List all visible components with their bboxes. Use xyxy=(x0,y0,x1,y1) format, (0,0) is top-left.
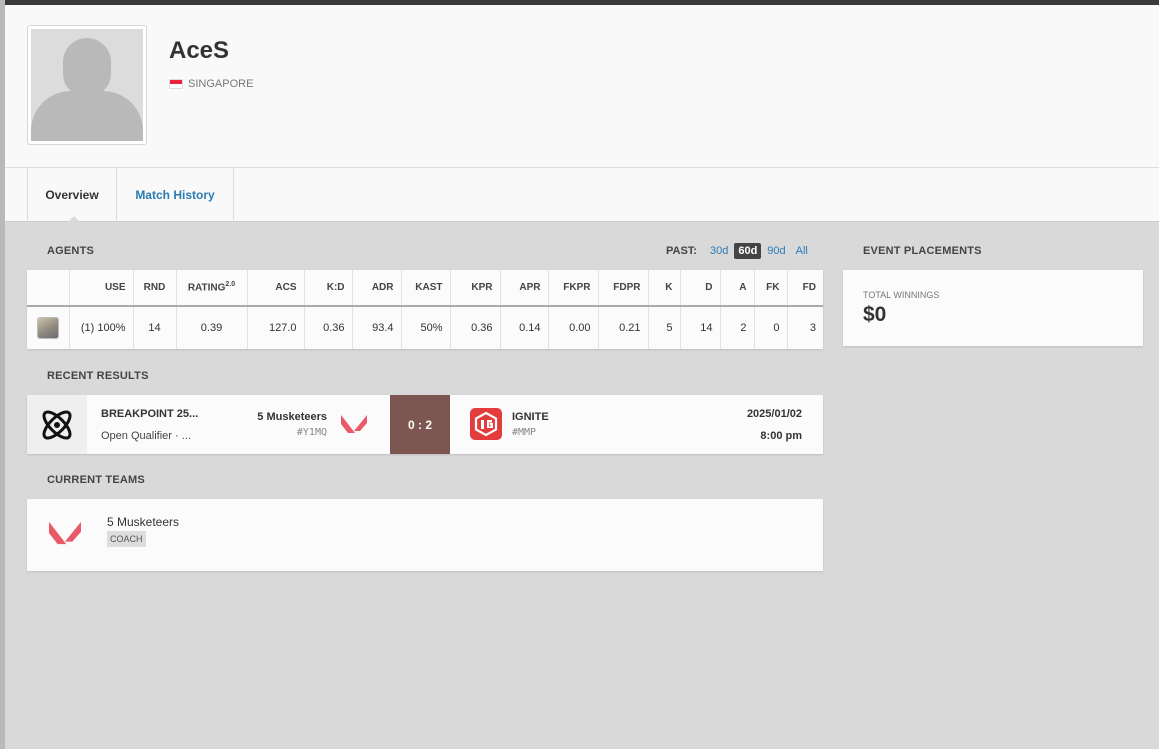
apr-cell: 0.14 xyxy=(500,306,549,349)
event-placements-card: TOTAL WINNINGS $0 xyxy=(843,270,1143,346)
current-teams-title: CURRENT TEAMS xyxy=(47,474,145,486)
k-cell: 5 xyxy=(648,306,681,349)
total-winnings-value: $0 xyxy=(863,303,887,326)
agent-portrait-icon xyxy=(36,317,59,339)
fkpr-cell: 0.00 xyxy=(548,306,599,349)
total-winnings-label: TOTAL WINNINGS xyxy=(863,290,940,300)
singapore-flag-icon xyxy=(169,79,183,89)
agents-stats-card: USE RND RATING2.0 ACS K:D ADR KAST KPR A… xyxy=(27,270,823,349)
current-team-name: 5 Musketeers xyxy=(107,515,180,529)
event-name: BREAKPOINT 25... xyxy=(101,408,199,420)
past-filter: PAST: 30d 60d 90d All xyxy=(666,243,812,259)
column-header-d[interactable]: D xyxy=(680,270,721,307)
event-placements-title: EVENT PLACEMENTS xyxy=(863,245,982,257)
adr-cell: 93.4 xyxy=(352,306,402,349)
column-header-acs[interactable]: ACS xyxy=(247,270,305,307)
valorant-team-icon xyxy=(341,413,367,440)
kpr-cell: 0.36 xyxy=(450,306,501,349)
match-time: 8:00 pm xyxy=(760,430,802,442)
player-country: SINGAPORE xyxy=(169,78,253,90)
a-cell: 2 xyxy=(720,306,755,349)
kd-cell: 0.36 xyxy=(304,306,353,349)
match-date: 2025/01/02 xyxy=(746,408,802,420)
event-logo xyxy=(27,395,87,454)
current-team-item[interactable]: 5 Musketeers COACH xyxy=(27,499,823,571)
column-header-fd[interactable]: FD xyxy=(787,270,823,307)
past-90d-link[interactable]: 90d xyxy=(763,243,789,259)
past-60d-link[interactable]: 60d xyxy=(734,243,762,259)
profile-tabs: Overview Match History xyxy=(5,168,1159,223)
column-header-rating[interactable]: RATING2.0 xyxy=(176,270,248,307)
player-avatar xyxy=(27,25,147,145)
team1-tag: #Y1MQ xyxy=(296,427,327,438)
table-header-row: USE RND RATING2.0 ACS K:D ADR KAST KPR A… xyxy=(27,270,823,307)
column-header-use[interactable]: USE xyxy=(69,270,134,307)
country-label: SINGAPORE xyxy=(188,78,254,90)
match-score: 0 : 2 xyxy=(390,395,450,454)
team-role-badge: COACH xyxy=(107,531,146,547)
agents-stats-table: USE RND RATING2.0 ACS K:D ADR KAST KPR A… xyxy=(27,270,823,349)
column-header-kast[interactable]: KAST xyxy=(401,270,451,307)
kast-cell: 50% xyxy=(401,306,451,349)
fdpr-cell: 0.21 xyxy=(598,306,649,349)
tab-match-history[interactable]: Match History xyxy=(117,168,234,222)
team1-name: 5 Musketeers xyxy=(257,411,327,423)
player-name: AceS xyxy=(169,37,230,64)
table-row: (1) 100% 14 0.39 127.0 0.36 93.4 50% 0.3… xyxy=(27,306,823,349)
past-all-link[interactable]: All xyxy=(792,243,812,259)
agent-cell xyxy=(27,306,70,349)
valorant-team-icon xyxy=(49,519,81,552)
player-header: AceS SINGAPORE xyxy=(5,5,1159,168)
column-header-adr[interactable]: ADR xyxy=(352,270,402,307)
column-header-fk[interactable]: FK xyxy=(754,270,788,307)
rating-version: 2.0 xyxy=(225,281,236,289)
column-header-fdpr[interactable]: FDPR xyxy=(598,270,649,307)
ignite-team-icon xyxy=(470,408,502,440)
column-header-a[interactable]: A xyxy=(720,270,755,307)
acs-cell: 127.0 xyxy=(247,306,305,349)
d-cell: 14 xyxy=(680,306,721,349)
agent-column-header xyxy=(27,270,70,307)
column-header-fkpr[interactable]: FKPR xyxy=(548,270,599,307)
column-header-kd[interactable]: K:D xyxy=(304,270,353,307)
rnd-cell: 14 xyxy=(133,306,177,349)
fk-cell: 0 xyxy=(754,306,788,349)
team2-tag: #MMP xyxy=(512,427,537,438)
recent-results-title: RECENT RESULTS xyxy=(47,370,149,382)
past-label: PAST: xyxy=(666,245,697,257)
use-cell: (1) 100% xyxy=(69,306,134,349)
column-header-rnd[interactable]: RND xyxy=(133,270,177,307)
event-stage: Open Qualifier · ... xyxy=(101,430,191,442)
recent-match-row[interactable]: BREAKPOINT 25... Open Qualifier · ... 5 … xyxy=(27,395,823,454)
team2-name: IGNITE xyxy=(512,411,549,423)
rating-cell: 0.39 xyxy=(176,306,248,349)
column-header-apr[interactable]: APR xyxy=(500,270,549,307)
agents-section-title: AGENTS xyxy=(47,245,95,257)
column-header-kpr[interactable]: KPR xyxy=(450,270,501,307)
tab-overview[interactable]: Overview xyxy=(27,168,117,223)
column-header-k[interactable]: K xyxy=(648,270,681,307)
breakpoint-event-icon xyxy=(42,410,72,439)
past-30d-link[interactable]: 30d xyxy=(706,243,732,259)
fd-cell: 3 xyxy=(809,322,816,334)
